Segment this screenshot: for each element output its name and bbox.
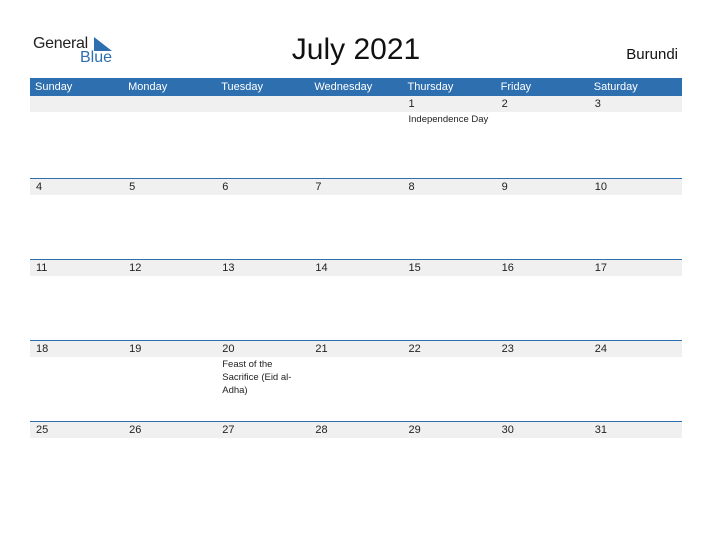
day-number: 21: [315, 343, 328, 355]
weekday-friday: Friday: [500, 81, 532, 93]
day-number: 8: [408, 181, 415, 193]
day-number: 5: [129, 181, 136, 193]
holiday-label: Independence Day: [408, 114, 489, 125]
day-number: 13: [222, 262, 235, 274]
calendar-grid: Sunday Monday Tuesday Wednesday Thursday…: [30, 78, 682, 502]
day-cell: 10: [589, 179, 682, 196]
day-number: 19: [129, 343, 142, 355]
day-cell: 21: [309, 341, 402, 397]
holiday-label: Feast of the Sacrifice (Eid al-Adha): [222, 359, 292, 396]
day-number: 18: [36, 343, 49, 355]
day-number: 1: [408, 98, 415, 110]
day-number: [222, 96, 309, 112]
day-number: 26: [129, 424, 142, 436]
day-cell: [309, 96, 402, 126]
day-number: 23: [501, 343, 514, 355]
day-number: 15: [408, 262, 421, 274]
day-cell: 29: [403, 422, 496, 439]
day-number: 6: [222, 181, 229, 193]
day-number: 2: [501, 98, 508, 110]
day-cell: 6: [216, 179, 309, 196]
page-title: July 2021: [291, 33, 421, 66]
day-number: 11: [36, 262, 48, 274]
day-cell: 7: [309, 179, 402, 196]
day-cell: 1 Independence Day: [403, 96, 496, 126]
day-cell: 13: [216, 260, 309, 277]
day-number: 9: [501, 181, 508, 193]
day-number: 24: [594, 343, 607, 355]
day-number: 31: [594, 424, 607, 436]
day-number: [36, 96, 123, 112]
day-cell: [216, 96, 309, 126]
calendar-week: 4 5 6 7 8 9 10: [30, 178, 682, 259]
weekday-thursday: Thursday: [407, 81, 454, 93]
day-number: 14: [315, 262, 328, 274]
day-cell: 22: [403, 341, 496, 397]
day-cell: 28: [309, 422, 402, 439]
day-cell: 25: [30, 422, 123, 439]
day-cell: 19: [123, 341, 216, 397]
calendar-week: 1 Independence Day 2 3: [30, 96, 682, 178]
day-cell: 27: [216, 422, 309, 439]
day-cell: 14: [309, 260, 402, 277]
day-number: 12: [129, 262, 142, 274]
day-number: 22: [408, 343, 421, 355]
day-number: [129, 96, 216, 112]
day-number: 17: [594, 262, 607, 274]
weekday-tuesday: Tuesday: [221, 81, 264, 93]
day-cell: [30, 96, 123, 126]
calendar-week: 11 12 13 14 15 16 17: [30, 259, 682, 340]
weekday-header: Sunday Monday Tuesday Wednesday Thursday…: [30, 78, 682, 96]
day-cell: 11: [30, 260, 123, 277]
day-number: 30: [501, 424, 514, 436]
day-number: 29: [408, 424, 421, 436]
day-number: 10: [594, 181, 607, 193]
day-cell: 15: [403, 260, 496, 277]
day-number: 7: [315, 181, 322, 193]
day-cell: 30: [496, 422, 589, 439]
weekday-sunday: Sunday: [35, 81, 73, 93]
weekday-monday: Monday: [128, 81, 168, 93]
calendar-week: 25 26 27 28 29 30 31: [30, 421, 682, 502]
day-number: [315, 96, 402, 112]
day-cell: 20 Feast of the Sacrifice (Eid al-Adha): [216, 341, 309, 397]
day-cell: 26: [123, 422, 216, 439]
day-cell: 5: [123, 179, 216, 196]
day-cell: 12: [123, 260, 216, 277]
country-label: Burundi: [626, 46, 678, 63]
day-cell: 17: [589, 260, 682, 277]
day-cell: 2: [496, 96, 589, 126]
calendar-week: 18 19 20 Feast of the Sacrifice (Eid al-Adh…: [30, 340, 682, 421]
day-number: 3: [594, 98, 601, 110]
day-cell: 9: [496, 179, 589, 196]
day-cell: 8: [403, 179, 496, 196]
day-cell: 18: [30, 341, 123, 397]
day-number: 25: [36, 424, 49, 436]
weekday-wednesday: Wednesday: [314, 81, 373, 93]
day-number: 16: [501, 262, 514, 274]
day-number: 20: [222, 343, 235, 355]
day-cell: 3: [589, 96, 682, 126]
day-cell: 16: [496, 260, 589, 277]
day-cell: 31: [589, 422, 682, 439]
day-number: 27: [222, 424, 235, 436]
day-cell: 23: [496, 341, 589, 397]
day-cell: 4: [30, 179, 123, 196]
day-number: 4: [36, 181, 43, 193]
weekday-saturday: Saturday: [593, 81, 638, 93]
day-number: 28: [315, 424, 328, 436]
day-cell: [123, 96, 216, 126]
day-cell: 24: [589, 341, 682, 397]
